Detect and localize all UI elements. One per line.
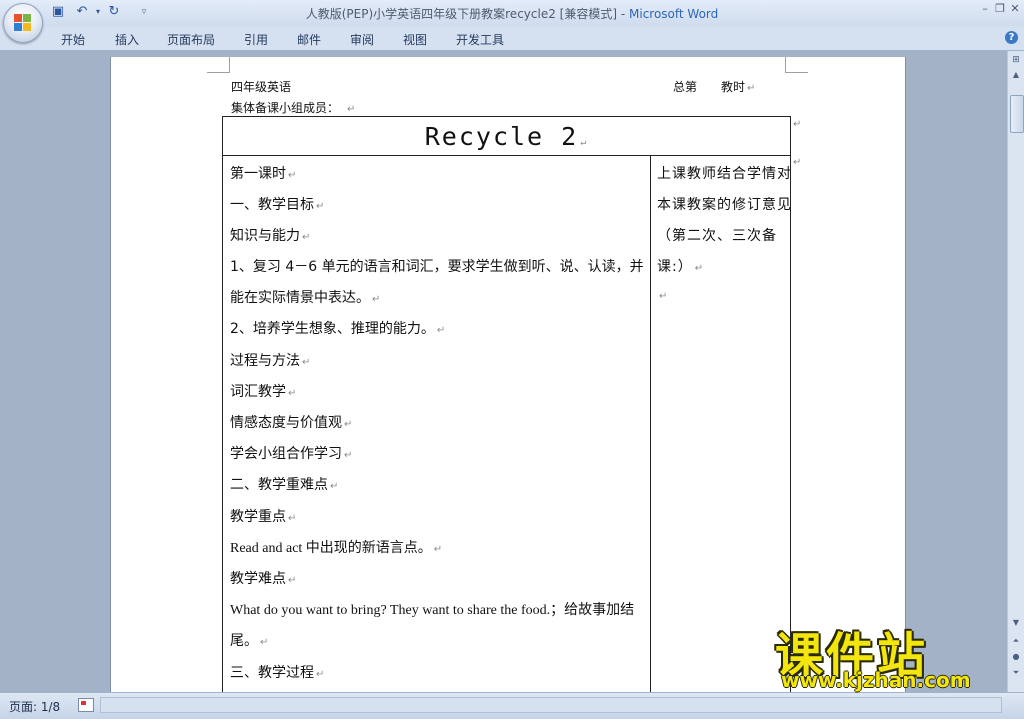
plan-line: 能在实际情景中表达。 ↵ bbox=[230, 290, 381, 306]
tab-mailings[interactable]: 邮件 bbox=[297, 31, 321, 48]
crop-mark bbox=[785, 57, 808, 73]
plan-line: 教学难点 ↵ bbox=[230, 571, 297, 587]
plan-line: Read and act 中出现的新语言点。 ↵ bbox=[230, 541, 443, 556]
plan-line: 二、教学重难点 ↵ bbox=[230, 477, 339, 493]
document-name: 人教版(PEP)小学英语四年级下册教案recycle2 [兼容模式] bbox=[305, 7, 618, 21]
restore-icon[interactable]: ❐ bbox=[993, 2, 1007, 16]
plan-line: 一、教学目标 ↵ bbox=[230, 197, 325, 213]
plan-line: 1、复习 4－6 单元的语言和词汇，要求学生做到听、说、认读，并 bbox=[230, 259, 644, 275]
tab-home[interactable]: 开始 bbox=[61, 31, 85, 48]
plan-line: What do you want to bring? They want to … bbox=[230, 603, 635, 618]
horizontal-scrollbar[interactable] bbox=[100, 697, 1002, 713]
vertical-scrollbar[interactable]: ⊞ ▲ ▼ ⏶ ● ⏷ bbox=[1007, 51, 1024, 692]
plan-line: 词汇教学 ↵ bbox=[230, 384, 297, 400]
lesson-plan-table: Recycle 2 ↵ 第一课时 ↵ 一、教学目标 ↵ 知识与能力 ↵ 1、复习 4－6… bbox=[222, 116, 791, 692]
document-page[interactable]: 四年级英语 总第 教时 ↵ 集体备课小组成员： ↵ Recycle 2 ↵ 第一课时 ↵… bbox=[110, 57, 906, 692]
minimize-icon[interactable]: – bbox=[978, 2, 992, 16]
view-ruler-icon[interactable]: ⊞ bbox=[1010, 55, 1022, 67]
end-of-row-mark: ↵ bbox=[793, 119, 802, 130]
revision-note-line: （第二次、三次备 bbox=[657, 228, 777, 244]
scroll-up-icon[interactable]: ▲ bbox=[1010, 69, 1022, 81]
page-indicator[interactable]: 页面: 1/8 bbox=[9, 698, 60, 715]
plan-line: 2、培养学生想象、推理的能力。 ↵ bbox=[230, 321, 446, 337]
revision-note-line: 课:） ↵ bbox=[657, 259, 705, 275]
close-icon[interactable]: ✕ bbox=[1008, 2, 1022, 16]
table-title: Recycle 2 ↵ bbox=[223, 117, 790, 156]
tab-view[interactable]: 视图 bbox=[403, 31, 427, 48]
column-divider bbox=[650, 155, 651, 692]
tab-developer[interactable]: 开发工具 bbox=[456, 31, 504, 48]
tab-insert[interactable]: 插入 bbox=[115, 31, 139, 48]
plan-line: 情感态度与价值观 ↵ bbox=[230, 415, 353, 431]
tab-page-layout[interactable]: 页面布局 bbox=[167, 31, 215, 48]
title-bar: ▣ ↶ ▾ ↻ ▿ 人教版(PEP)小学英语四年级下册教案recycle2 [兼… bbox=[0, 0, 1024, 43]
end-of-row-mark: ↵ bbox=[793, 157, 802, 168]
plan-line: 尾。 ↵ bbox=[230, 633, 269, 649]
plan-line: 过程与方法 ↵ bbox=[230, 353, 311, 369]
crop-mark bbox=[207, 57, 230, 73]
status-bar: 页面: 1/8 bbox=[0, 692, 1024, 719]
tab-references[interactable]: 引用 bbox=[244, 31, 268, 48]
revision-note-line: 本课教案的修订意见 bbox=[657, 197, 792, 213]
plan-line: 教学重点 ↵ bbox=[230, 509, 297, 525]
plan-line: 学会小组合作学习 ↵ bbox=[230, 446, 353, 462]
group-members-label: 集体备课小组成员： ↵ bbox=[231, 101, 356, 115]
scroll-thumb[interactable] bbox=[1010, 95, 1024, 133]
office-logo-icon bbox=[14, 14, 32, 32]
title-separator: - bbox=[617, 7, 629, 21]
help-icon[interactable]: ? bbox=[1005, 31, 1018, 44]
app-name: Microsoft Word bbox=[629, 7, 719, 21]
plan-line: 第一课时 ↵ bbox=[230, 166, 297, 182]
lesson-count-label: 总第 教时 ↵ bbox=[673, 80, 756, 94]
revision-note-line: 上课教师结合学情对 bbox=[657, 166, 792, 182]
plan-line: 三、教学过程 ↵ bbox=[230, 665, 325, 681]
watermark-url: www.kjzhan.com bbox=[781, 668, 971, 692]
office-button[interactable] bbox=[3, 3, 43, 43]
ribbon-tabs: 开始 插入 页面布局 引用 邮件 审阅 视图 开发工具 ? bbox=[0, 26, 1024, 51]
plan-line: 知识与能力 ↵ bbox=[230, 228, 311, 244]
document-workspace[interactable]: 四年级英语 总第 教时 ↵ 集体备课小组成员： ↵ Recycle 2 ↵ 第一课时 ↵… bbox=[0, 51, 1007, 692]
site-watermark: 课件站 www.kjzhan.com bbox=[775, 616, 1015, 692]
revision-note-line: ↵ bbox=[659, 291, 669, 302]
window-title: 人教版(PEP)小学英语四年级下册教案recycle2 [兼容模式] - Mic… bbox=[0, 5, 1024, 22]
tab-review[interactable]: 审阅 bbox=[350, 31, 374, 48]
grade-subject-label: 四年级英语 bbox=[231, 80, 292, 94]
proofing-icon[interactable] bbox=[78, 698, 94, 712]
